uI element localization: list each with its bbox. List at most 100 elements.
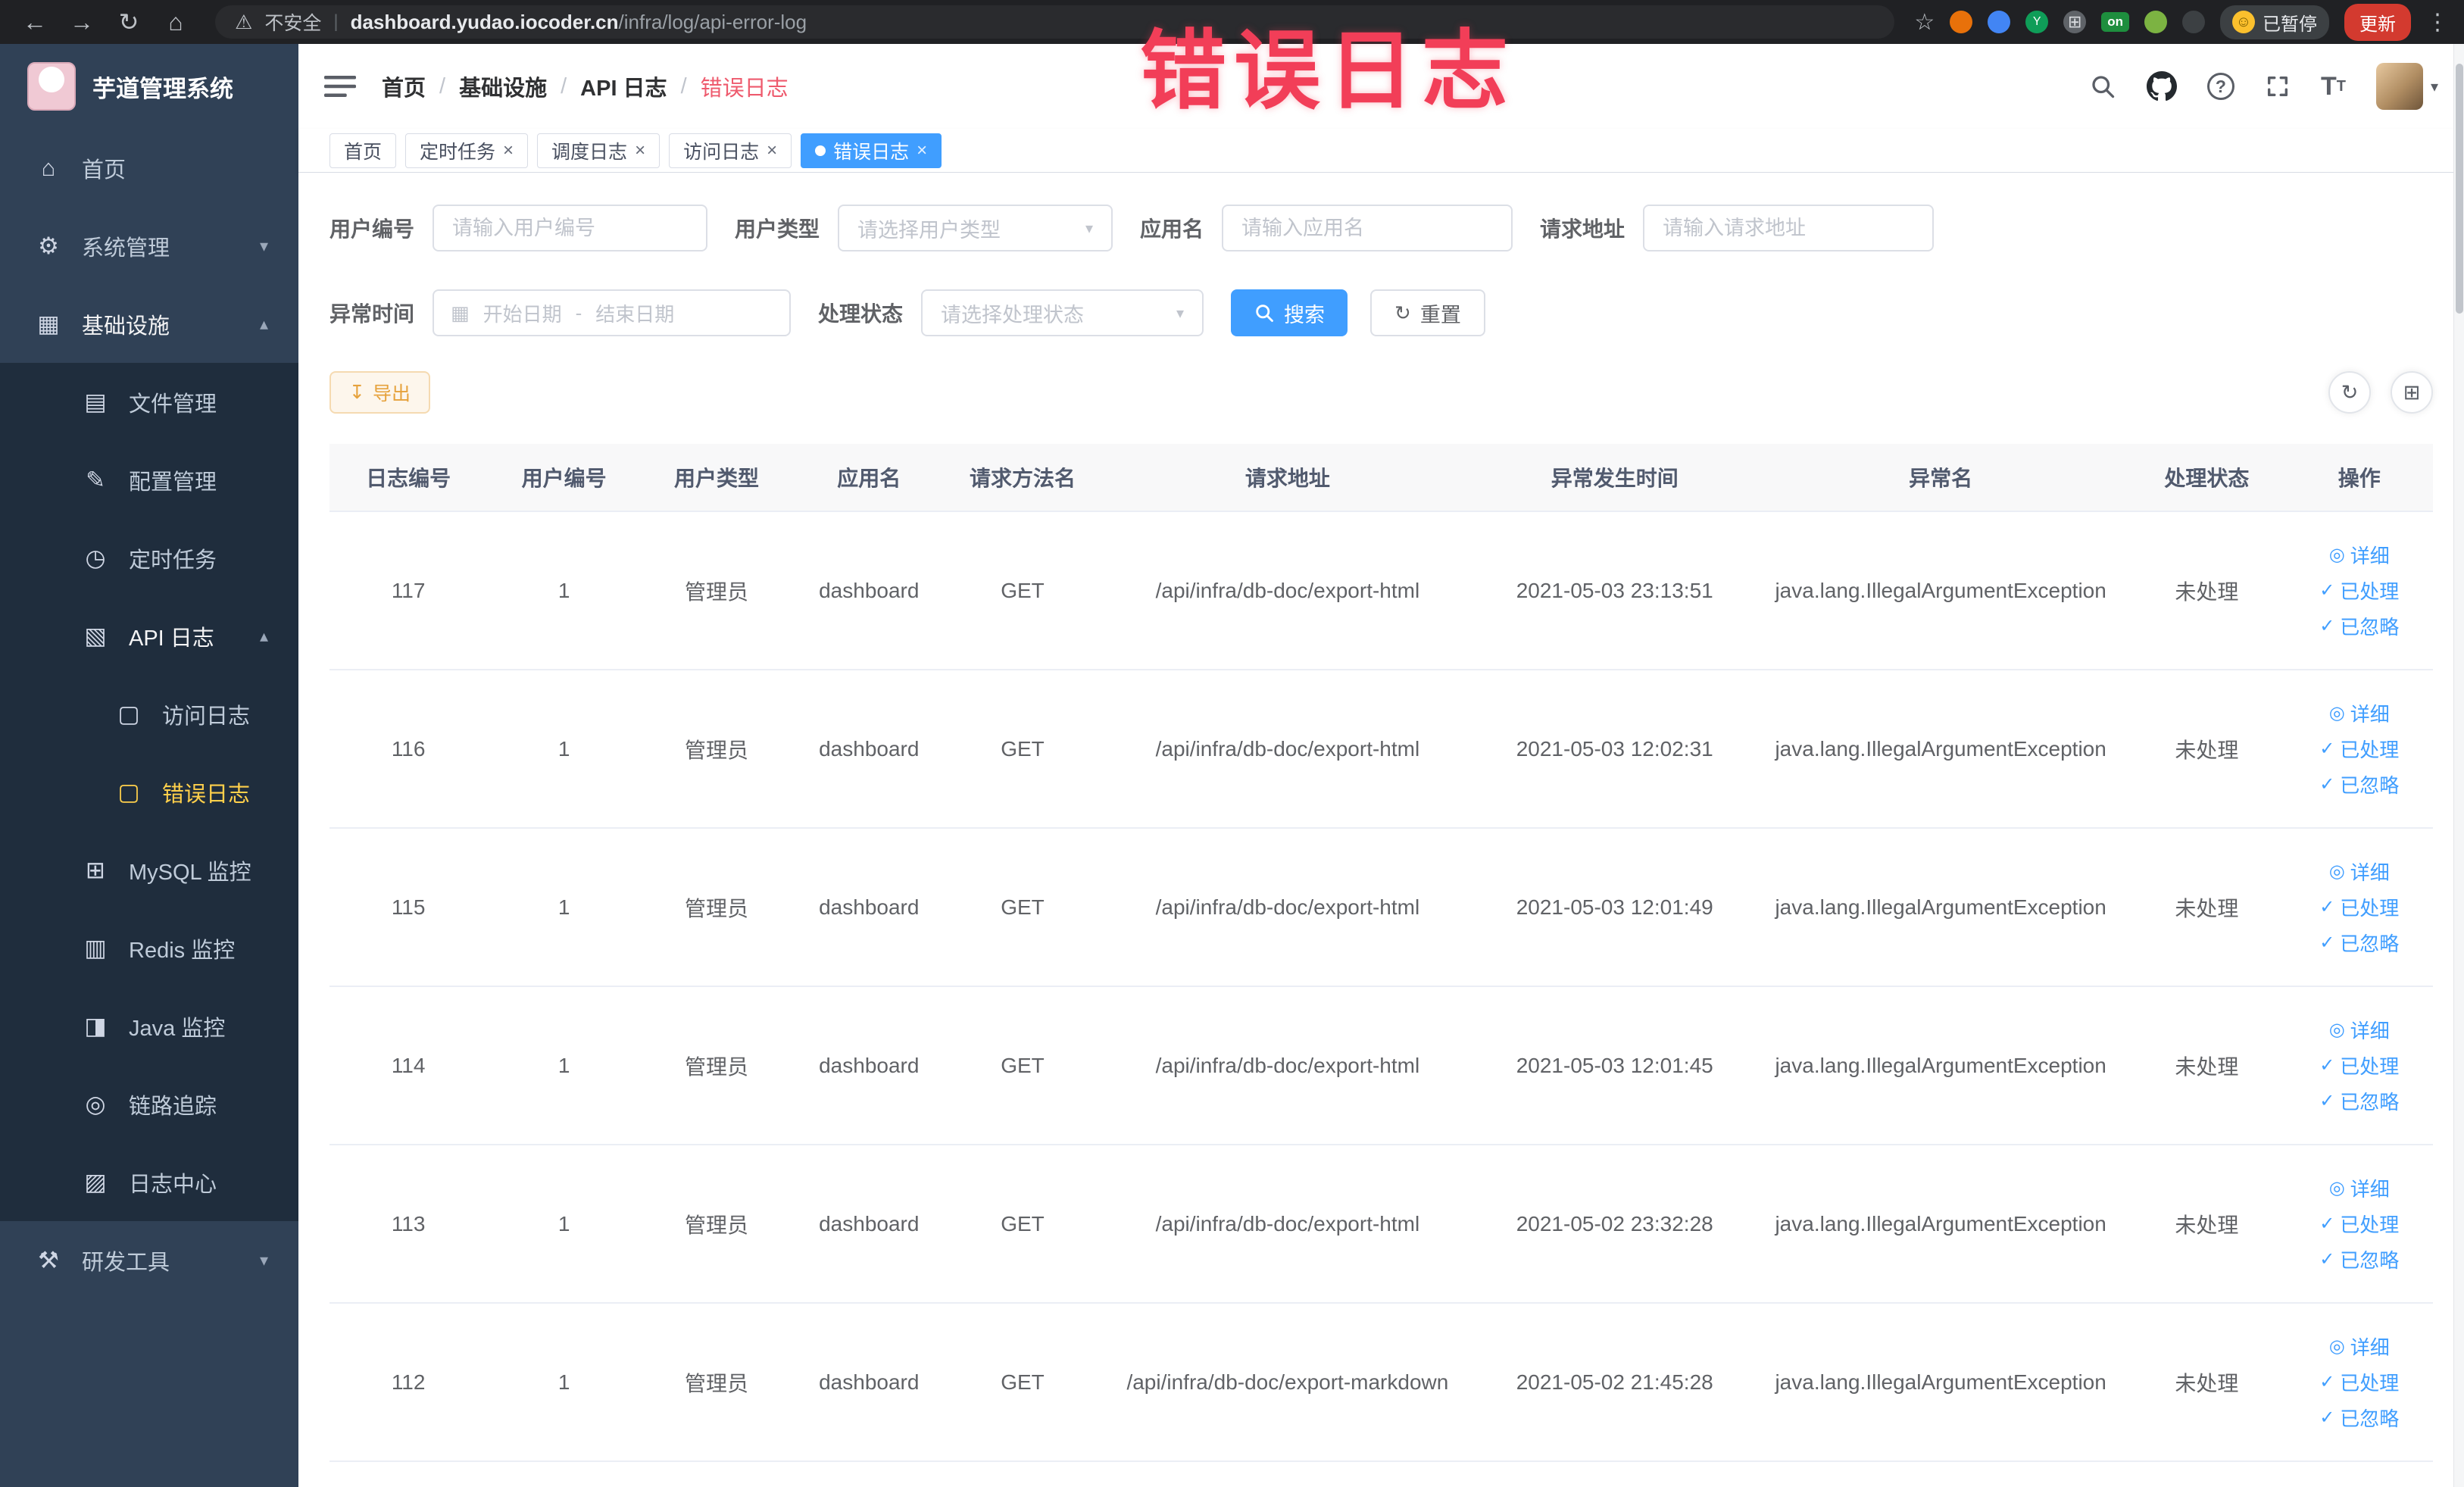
user-menu[interactable]: ▾	[2375, 63, 2438, 110]
detail-link[interactable]: ◎ 详细	[2329, 541, 2390, 569]
chevron-icon: ▴	[259, 314, 268, 333]
app-logo[interactable]: 芋道管理系统	[0, 44, 298, 129]
mark-ignored-link[interactable]: ✓ 已忽略	[2319, 1087, 2399, 1115]
mark-processed-link[interactable]: ✓ 已处理	[2319, 1210, 2399, 1238]
cell-user-type: 管理员	[684, 1054, 748, 1079]
back-icon[interactable]: ←	[15, 8, 55, 36]
app-name-input[interactable]	[1222, 205, 1513, 251]
close-icon[interactable]: ×	[917, 140, 927, 161]
tab-home[interactable]: 首页	[329, 133, 397, 168]
sidebar-item-java-monitor[interactable]: ◨ Java 监控	[0, 987, 298, 1065]
page-scrollbar[interactable]	[2453, 44, 2464, 1487]
doc-icon: ▢	[117, 778, 140, 805]
cell-exception-name: java.lang.IllegalArgumentException	[1775, 895, 2106, 919]
extension-icon-1[interactable]	[1950, 11, 1973, 33]
omnibox-separator: |	[333, 11, 339, 32]
user-type-select[interactable]: 请选择用户类型 ▾	[838, 205, 1113, 251]
extension-icon-2[interactable]	[1988, 11, 2011, 33]
mark-ignored-link[interactable]: ✓ 已忽略	[2319, 1404, 2399, 1432]
home-icon: ⌂	[41, 154, 56, 181]
sidebar-item-dev-tools[interactable]: ⚒ 研发工具 ▾	[0, 1221, 298, 1299]
font-size-icon[interactable]: TT	[2321, 72, 2346, 102]
sidebar-item-api-log[interactable]: ▧ API 日志 ▴	[0, 597, 298, 675]
date-range-picker[interactable]: ▦ 开始日期 - 结束日期	[433, 289, 792, 336]
bookmark-star-icon[interactable]: ☆	[1914, 9, 1935, 36]
mark-processed-link[interactable]: ✓ 已处理	[2319, 1051, 2399, 1079]
sidebar-item-label: 配置管理	[129, 470, 217, 495]
mark-processed-link[interactable]: ✓ 已处理	[2319, 1368, 2399, 1396]
mark-ignored-link[interactable]: ✓ 已忽略	[2319, 770, 2399, 798]
cell-app-name: dashboard	[819, 578, 920, 602]
page-url: dashboard.yudao.iocoder.cn/infra/log/api…	[351, 11, 807, 34]
mark-processed-link[interactable]: ✓ 已处理	[2319, 893, 2399, 921]
mark-ignored-link[interactable]: ✓ 已忽略	[2319, 1245, 2399, 1273]
grid-icon: ⊞	[2403, 380, 2421, 404]
sidebar-item-scheduled-tasks[interactable]: ◷ 定时任务	[0, 519, 298, 597]
hamburger-icon[interactable]	[324, 70, 356, 102]
breadcrumb-separator: /	[561, 73, 567, 98]
sidebar-item-trace[interactable]: ◎ 链路追踪	[0, 1065, 298, 1143]
sidebar-item-config-management[interactable]: ✎ 配置管理	[0, 441, 298, 519]
sidebar-item-infrastructure[interactable]: ▦ 基础设施 ▴	[0, 285, 298, 363]
mark-processed-link[interactable]: ✓ 已处理	[2319, 735, 2399, 763]
refresh-table-button[interactable]: ↻	[2328, 371, 2371, 414]
tab-schedule-log[interactable]: 调度日志 ×	[537, 133, 661, 168]
close-icon[interactable]: ×	[503, 140, 514, 161]
extension-icon-4[interactable]	[2144, 11, 2167, 33]
browser-update-button[interactable]: 更新	[2344, 3, 2411, 41]
mark-ignored-link[interactable]: ✓ 已忽略	[2319, 929, 2399, 957]
detail-link[interactable]: ◎ 详细	[2329, 1174, 2390, 1202]
close-icon[interactable]: ×	[635, 140, 645, 161]
profile-chip-paused[interactable]: ☺ 已暂停	[2220, 5, 2329, 39]
sidebar-item-home[interactable]: ⌂ 首页	[0, 129, 298, 207]
mark-ignored-link[interactable]: ✓ 已忽略	[2319, 612, 2399, 640]
breadcrumb-api-log[interactable]: API 日志	[580, 70, 667, 102]
search-button[interactable]: 搜索	[1231, 289, 1348, 336]
browser-home-icon[interactable]: ⌂	[156, 8, 195, 36]
extension-icon-3[interactable]: Y	[2025, 11, 2049, 33]
tab-scheduled-tasks[interactable]: 定时任务 ×	[405, 133, 529, 168]
search-icon[interactable]	[2089, 73, 2116, 100]
sidebar-item-redis-monitor[interactable]: ▥ Redis 监控	[0, 909, 298, 987]
tab-access-log[interactable]: 访问日志 ×	[669, 133, 792, 168]
browser-menu-icon[interactable]: ⋮	[2426, 9, 2449, 36]
sidebar-item-system-management[interactable]: ⚙ 系统管理 ▾	[0, 207, 298, 285]
breadcrumb-infrastructure[interactable]: 基础设施	[459, 70, 547, 102]
mark-processed-link[interactable]: ✓ 已处理	[2319, 576, 2399, 604]
extension-on-badge[interactable]: on	[2101, 12, 2129, 32]
cell-user-id: 1	[557, 1370, 570, 1394]
sidebar-item-error-log[interactable]: ▢ 错误日志	[0, 753, 298, 831]
sidebar-item-access-log[interactable]: ▢ 访问日志	[0, 675, 298, 753]
address-bar[interactable]: ⚠ 不安全 | dashboard.yudao.iocoder.cn/infra…	[215, 5, 1895, 39]
forward-icon[interactable]: →	[62, 8, 101, 36]
sidebar-item-mysql-monitor[interactable]: ⊞ MySQL 监控	[0, 831, 298, 909]
detail-link[interactable]: ◎ 详细	[2329, 858, 2390, 886]
logcenter-icon: ▨	[84, 1168, 107, 1195]
breadcrumb-home[interactable]: 首页	[382, 70, 426, 102]
request-url-input[interactable]	[1643, 205, 1935, 251]
extensions-puzzle-icon[interactable]: ⊞	[2063, 11, 2087, 33]
end-date-placeholder: 结束日期	[595, 302, 675, 326]
reload-icon[interactable]: ↻	[109, 8, 148, 36]
extension-icon-5[interactable]	[2182, 11, 2205, 33]
tab-error-log[interactable]: 错误日志 ×	[801, 133, 942, 168]
scrollbar-thumb[interactable]	[2456, 64, 2463, 314]
close-icon[interactable]: ×	[767, 140, 777, 161]
sidebar-item-file-management[interactable]: ▤ 文件管理	[0, 363, 298, 441]
process-status-select[interactable]: 请选择处理状态 ▾	[921, 289, 1204, 336]
user-id-input[interactable]	[433, 205, 708, 251]
detail-link[interactable]: ◎ 详细	[2329, 1332, 2390, 1360]
reset-button[interactable]: ↻ 重置	[1370, 289, 1485, 336]
github-icon[interactable]	[2146, 71, 2177, 102]
table-row: 116 1 管理员 dashboard GET /api/infra/db-do…	[329, 670, 2433, 829]
tab-label: 错误日志	[833, 141, 910, 163]
column-settings-button[interactable]: ⊞	[2391, 371, 2433, 414]
export-button[interactable]: ↧ 导出	[329, 371, 430, 414]
detail-link[interactable]: ◎ 详细	[2329, 1016, 2390, 1044]
sidebar-item-label: 研发工具	[82, 1250, 170, 1275]
help-icon[interactable]: ?	[2206, 73, 2234, 100]
fullscreen-icon[interactable]	[2265, 73, 2291, 99]
check-icon: ✓	[2319, 739, 2335, 759]
detail-link[interactable]: ◎ 详细	[2329, 699, 2390, 727]
sidebar-item-log-center[interactable]: ▨ 日志中心	[0, 1143, 298, 1221]
